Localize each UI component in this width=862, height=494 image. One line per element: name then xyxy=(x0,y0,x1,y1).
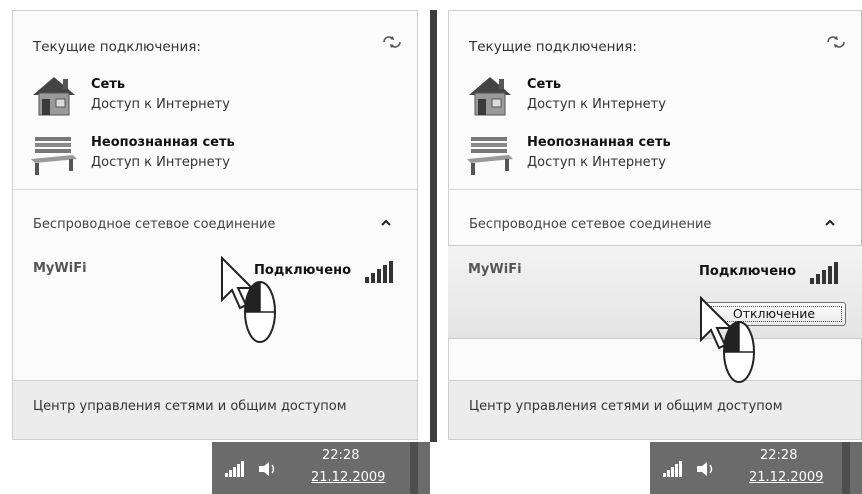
home-network-icon xyxy=(469,77,511,116)
speaker-icon[interactable] xyxy=(256,458,278,480)
wifi-connection-status: Подключено xyxy=(699,264,796,279)
show-desktop-button[interactable] xyxy=(410,442,418,494)
connection-name: Сеть xyxy=(527,77,562,92)
clock-time[interactable]: 22:28 xyxy=(760,448,797,463)
divider xyxy=(449,189,861,190)
public-network-icon xyxy=(467,137,513,175)
signal-strength-icon xyxy=(365,261,393,283)
mouse-cursor-icon xyxy=(700,296,755,383)
wireless-section-label: Беспроводное сетевое соединение xyxy=(469,217,712,232)
clock-date[interactable]: 21.12.2009 xyxy=(749,470,823,485)
flyout-footer: Центр управления сетями и общим доступом xyxy=(449,380,861,439)
network-tray-icon[interactable] xyxy=(662,460,684,478)
network-sharing-center-link[interactable]: Центр управления сетями и общим доступом xyxy=(33,399,347,414)
wifi-network-name: MyWiFi xyxy=(468,262,522,277)
current-connections-heading: Текущие подключения: xyxy=(469,39,637,55)
wifi-network-item-selected[interactable]: MyWiFi Подключено Отключение xyxy=(448,245,862,339)
connection-status: Доступ к Интернету xyxy=(91,155,230,170)
refresh-icon[interactable] xyxy=(381,33,403,51)
connection-status: Доступ к Интернету xyxy=(527,155,666,170)
network-flyout: Текущие подключения: Сеть Доступ к Интер… xyxy=(12,10,418,440)
speaker-icon[interactable] xyxy=(694,458,716,480)
connection-item-unidentified[interactable]: Неопознанная сеть Доступ к Интернету xyxy=(29,129,369,181)
network-tray-icon[interactable] xyxy=(224,460,246,478)
public-network-icon xyxy=(31,137,77,175)
wifi-network-item[interactable]: MyWiFi Подключено xyxy=(13,245,417,337)
network-flyout-panel-right: Текущие подключения: Сеть Доступ к Интер… xyxy=(437,0,862,494)
connection-name: Неопознанная сеть xyxy=(91,135,235,150)
show-desktop-button[interactable] xyxy=(842,442,850,494)
signal-strength-icon xyxy=(810,262,838,284)
clock-date[interactable]: 21.12.2009 xyxy=(311,470,385,485)
connection-item-home[interactable]: Сеть Доступ к Интернету xyxy=(465,71,805,123)
current-connections-heading: Текущие подключения: xyxy=(33,39,201,55)
taskbar-tray: 22:28 21.12.2009 xyxy=(212,442,430,494)
network-flyout: Текущие подключения: Сеть Доступ к Интер… xyxy=(448,10,862,440)
wireless-section-label: Беспроводное сетевое соединение xyxy=(33,217,276,232)
divider xyxy=(13,189,417,190)
connection-name: Неопознанная сеть xyxy=(527,135,671,150)
chevron-up-icon[interactable] xyxy=(823,217,837,229)
flyout-footer: Центр управления сетями и общим доступом xyxy=(13,380,417,439)
connection-item-home[interactable]: Сеть Доступ к Интернету xyxy=(29,71,369,123)
network-flyout-panel-left: Текущие подключения: Сеть Доступ к Интер… xyxy=(0,0,430,494)
mouse-cursor-icon xyxy=(221,256,276,343)
connection-status: Доступ к Интернету xyxy=(527,97,666,112)
connection-status: Доступ к Интернету xyxy=(91,97,230,112)
taskbar-tray: 22:28 21.12.2009 xyxy=(650,442,862,494)
clock-time[interactable]: 22:28 xyxy=(322,448,359,463)
connection-name: Сеть xyxy=(91,77,126,92)
chevron-up-icon[interactable] xyxy=(379,217,393,229)
refresh-icon[interactable] xyxy=(825,33,847,51)
wifi-network-name: MyWiFi xyxy=(33,261,87,276)
panel-separator xyxy=(430,10,437,442)
connection-item-unidentified[interactable]: Неопознанная сеть Доступ к Интернету xyxy=(465,129,805,181)
home-network-icon xyxy=(33,77,75,116)
